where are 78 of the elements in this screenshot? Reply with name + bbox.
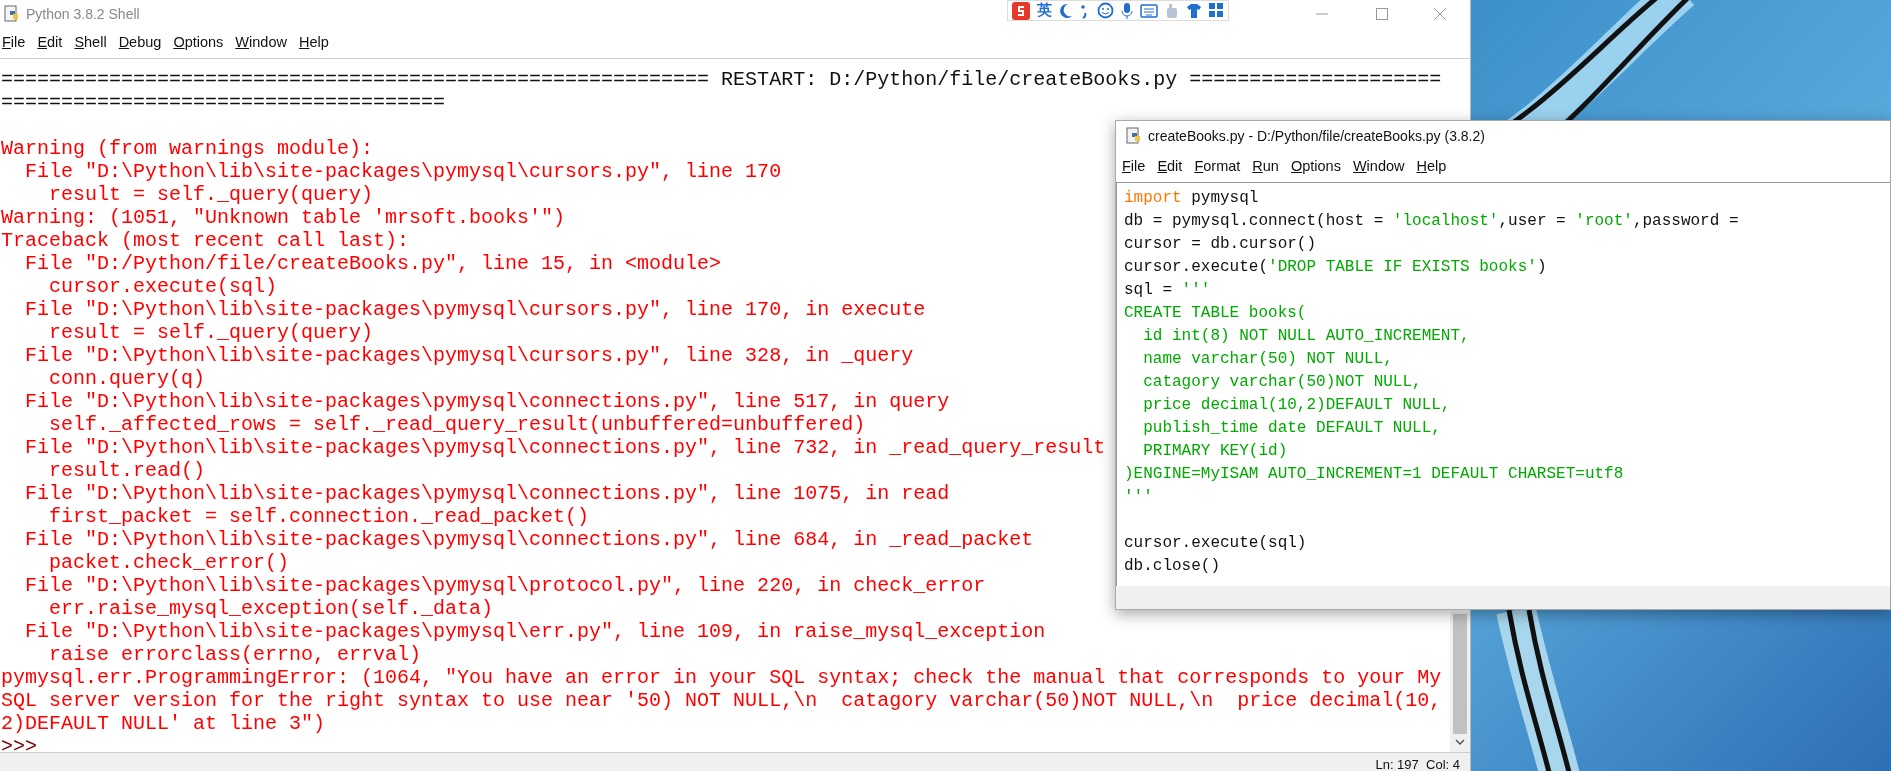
shell-output-line: first_packet = self.connection._read_packet() [48, 505, 590, 528]
status-text: Ln: 197 Col: 4 [1375, 756, 1460, 771]
shell-output-line: SQL server version for the right syntax to use near '50) NOT NULL,\n catagory varchar(50)NOT NULL,\n price decimal(10, [1, 689, 1442, 712]
menu-item[interactable]: Shell [74, 32, 107, 54]
code-line: publish_time date DEFAULT NULL, [1142, 418, 1441, 439]
python-file-icon [1126, 127, 1142, 145]
moon-icon[interactable] [1059, 2, 1073, 19]
menu-item[interactable]: Options [1290, 155, 1341, 178]
menu-item[interactable]: Window [1352, 155, 1405, 178]
menu-item[interactable]: File [2, 32, 26, 54]
code-line: import pymysql [1124, 188, 1259, 209]
menu-item[interactable]: Window [235, 32, 287, 54]
menu-item[interactable]: Help [298, 32, 329, 54]
shell-output-line: File "D:\Python\lib\site-packages\pymysql\connections.py", line 732, in _read_query_result [24, 436, 1106, 459]
code-editor[interactable] [1116, 182, 1890, 586]
shell-output-line: File "D:/Python/file/createBooks.py", line 15, in <module> [24, 252, 722, 275]
shell-output-line: cursor.execute(sql) [48, 275, 278, 298]
maximize-icon[interactable] [1376, 8, 1388, 20]
shell-output-line: conn.query(q) [48, 367, 206, 390]
menu-item[interactable]: Run [1252, 155, 1279, 178]
code-line: db.close() [1124, 556, 1220, 577]
python-file-icon [4, 5, 20, 23]
code-line: cursor.execute(sql) [1124, 533, 1307, 554]
shell-output-line: ===================================== [1, 91, 446, 114]
code-line: db = pymysql.connect(host = 'localhost',user = 'root',password = [1124, 211, 1739, 232]
s-logo-icon[interactable] [1012, 1, 1030, 20]
shell-output-line: File "D:\Python\lib\site-packages\pymysql\cursors.py", line 170, in execute [24, 298, 926, 321]
shell-output-line: result = self._query(query) [48, 183, 374, 206]
shirt-icon[interactable] [1186, 2, 1202, 19]
code-line: ''' [1124, 487, 1153, 508]
close-icon[interactable] [1434, 8, 1446, 20]
microphone-icon[interactable] [1121, 2, 1133, 19]
scroll-down-icon[interactable] [1455, 738, 1465, 746]
shell-output-line: File "D:\Python\lib\site-packages\pymysql\connections.py", line 517, in query [24, 390, 950, 413]
shell-output-line: File "D:\Python\lib\site-packages\pymysql\connections.py", line 1075, in read [24, 482, 950, 505]
shell-output-line: File "D:\Python\lib\site-packages\pymysql\protocol.py", line 220, in check_error [24, 574, 986, 597]
code-line: catagory varchar(50)NOT NULL, [1142, 372, 1422, 393]
shell-prompt: >>> [1, 735, 37, 752]
grid-icon[interactable] [1209, 3, 1224, 18]
scrollbar-thumb[interactable] [1453, 614, 1467, 734]
code-line: sql = ''' [1124, 280, 1211, 301]
scrollbar[interactable] [1450, 612, 1470, 752]
window-title: Python 3.8.2 Shell [26, 4, 140, 24]
shell-output-line: self._affected_rows = self._read_query_result(unbuffered=unbuffered) [48, 413, 866, 436]
menu-item[interactable]: Edit [37, 32, 63, 54]
code-line: price decimal(10,2)DEFAULT NULL, [1142, 395, 1451, 416]
shell-output-line: packet.check_error() [48, 551, 290, 574]
code-line: )ENGINE=MyISAM AUTO_INCREMENT=1 DEFAULT CHARSET=utf8 [1124, 464, 1624, 485]
code-line: id int(8) NOT NULL AUTO_INCREMENT, [1142, 326, 1470, 347]
shell-output-line: =========================================================== RESTART: D:/Python/file/createBooks.py ===================== [1, 68, 1442, 91]
menu-item[interactable]: Format [1194, 155, 1241, 178]
menu-item[interactable]: Edit [1157, 155, 1183, 178]
code-line: cursor.execute('DROP TABLE IF EXISTS books') [1124, 257, 1547, 278]
ime-language-button[interactable]: 英 [1037, 0, 1052, 22]
window-title: createBooks.py - D:/Python/file/createBooks.py (3.8.2) [1148, 126, 1485, 146]
shell-output-line: Traceback (most recent call last): [1, 229, 410, 252]
menu-item[interactable]: Debug [118, 32, 162, 54]
shell-output-line: Warning (from warnings module): [1, 137, 374, 160]
code-line: PRIMARY KEY(id) [1142, 441, 1288, 462]
shell-output-line: result.read() [48, 459, 206, 482]
shell-output-line: result = self._query(query) [48, 321, 374, 344]
shell-output-line: File "D:\Python\lib\site-packages\pymysql\cursors.py", line 170 [24, 160, 782, 183]
code-line: name varchar(50) NOT NULL, [1142, 349, 1393, 370]
keyboard-icon[interactable] [1140, 3, 1158, 18]
shell-output-line: File "D:\Python\lib\site-packages\pymysql\cursors.py", line 328, in _query [24, 344, 914, 367]
shell-output-line: raise errorclass(errno, errval) [48, 643, 422, 666]
menu-item[interactable]: Options [173, 32, 224, 54]
smiley-icon[interactable] [1097, 2, 1114, 19]
shell-output-line: Warning: (1051, "Unknown table 'mrsoft.books'") [1, 206, 566, 229]
menu-item[interactable]: Help [1416, 155, 1447, 178]
shell-output-line: pymysql.err.ProgrammingError: (1064, "You have an error in your SQL syntax; check the manual that corresponds to your My [1, 666, 1442, 689]
shell-output-line: File "D:\Python\lib\site-packages\pymysql\err.py", line 109, in raise_mysql_exception [24, 620, 1046, 643]
menu-item[interactable]: File [1122, 155, 1146, 178]
code-line: CREATE TABLE books( [1124, 303, 1307, 324]
code-line: cursor = db.cursor() [1124, 234, 1317, 255]
shell-output-line: File "D:\Python\lib\site-packages\pymysql\connections.py", line 684, in _read_packet [24, 528, 1034, 551]
shell-output-line: 2)DEFAULT NULL' at line 3") [1, 712, 326, 735]
shell-output-line: err.raise_mysql_exception(self._data) [48, 597, 494, 620]
